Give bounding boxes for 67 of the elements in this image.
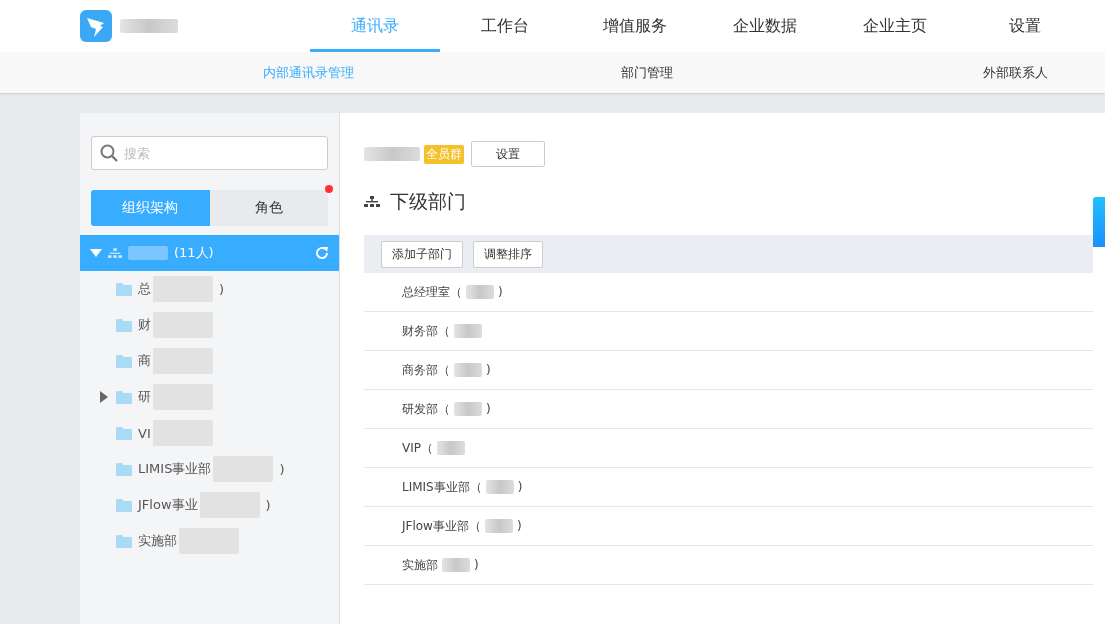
folder-icon: [116, 318, 132, 332]
tree-item[interactable]: 研: [138, 388, 151, 406]
department-name: 商务部（: [402, 361, 450, 379]
nav-tab[interactable]: 设置: [960, 0, 1090, 52]
folder-icon: [116, 498, 132, 512]
blurred-name: [128, 246, 168, 260]
tree-item[interactable]: 商: [138, 352, 151, 370]
nav-tab[interactable]: 企业数据: [700, 0, 830, 52]
blurred-count: [442, 558, 470, 572]
toolbar-button[interactable]: 添加子部门: [381, 240, 463, 268]
department-name: 研发部（: [402, 400, 450, 418]
subnav-tab[interactable]: 外部联系人: [982, 63, 1048, 82]
subnav-tab[interactable]: 部门管理: [621, 63, 673, 82]
closing-paren: ): [517, 480, 523, 494]
tree-item[interactable]: LIMIS事业部: [138, 460, 212, 478]
blurred-count: [437, 441, 465, 455]
refresh-icon[interactable]: [315, 246, 329, 260]
department-name: VIP（: [402, 439, 433, 457]
blurred-name: [120, 19, 178, 33]
closing-paren: ): [486, 363, 491, 377]
expand-caret-icon[interactable]: [90, 248, 102, 258]
department-name: 实施部: [402, 556, 438, 574]
closing-paren: ): [474, 558, 479, 572]
blurred-count: [466, 285, 494, 299]
sidebar-tab[interactable]: 角色: [209, 190, 328, 226]
nav-tab[interactable]: 企业主页: [830, 0, 960, 52]
closing-paren: ): [265, 497, 271, 513]
closing-paren: ): [516, 519, 522, 533]
settings-button[interactable]: 设置: [471, 141, 545, 167]
folder-icon: [116, 390, 132, 404]
org-chart-icon: [108, 247, 122, 259]
closing-paren: ): [219, 281, 225, 297]
blurred-count: [454, 324, 482, 338]
closing-paren: ): [486, 402, 491, 416]
tree-item[interactable]: 实施部: [138, 532, 177, 550]
toolbar-button[interactable]: 调整排序: [473, 240, 543, 268]
blurred-count: [454, 363, 482, 377]
department-name: 财务部（: [402, 322, 450, 340]
folder-icon: [116, 282, 132, 296]
closing-paren: ): [279, 461, 285, 477]
folder-icon: [116, 462, 132, 476]
tree-item[interactable]: JFlow事业: [138, 496, 198, 514]
department-name: LIMIS事业部（: [402, 478, 482, 496]
nav-tab[interactable]: 工作台: [440, 0, 570, 52]
side-tab[interactable]: [1093, 197, 1105, 247]
folder-icon: [116, 426, 132, 440]
department-name: 总经理室（: [402, 283, 462, 301]
blurred-count: [485, 480, 514, 494]
tree-item[interactable]: 总: [138, 280, 151, 298]
expand-caret-icon[interactable]: [100, 391, 108, 403]
blurred-count: [484, 519, 513, 533]
search-icon: [100, 144, 118, 162]
department-name: JFlow事业部（: [402, 517, 481, 535]
blurred-name: [364, 147, 420, 161]
closing-paren: ): [498, 285, 503, 299]
folder-icon: [116, 534, 132, 548]
logo-icon: [80, 10, 112, 42]
tree-item[interactable]: VI: [138, 425, 151, 441]
group-badge: 全员群: [424, 144, 464, 164]
search-field[interactable]: 搜索: [91, 136, 328, 170]
org-chart-icon: [364, 196, 380, 208]
section-title: 下级部门: [390, 189, 466, 214]
nav-tab[interactable]: 增值服务: [570, 0, 700, 52]
member-count: (11人): [174, 244, 214, 262]
folder-icon: [116, 354, 132, 368]
blurred-count: [454, 402, 482, 416]
tree-item[interactable]: 财: [138, 316, 151, 334]
